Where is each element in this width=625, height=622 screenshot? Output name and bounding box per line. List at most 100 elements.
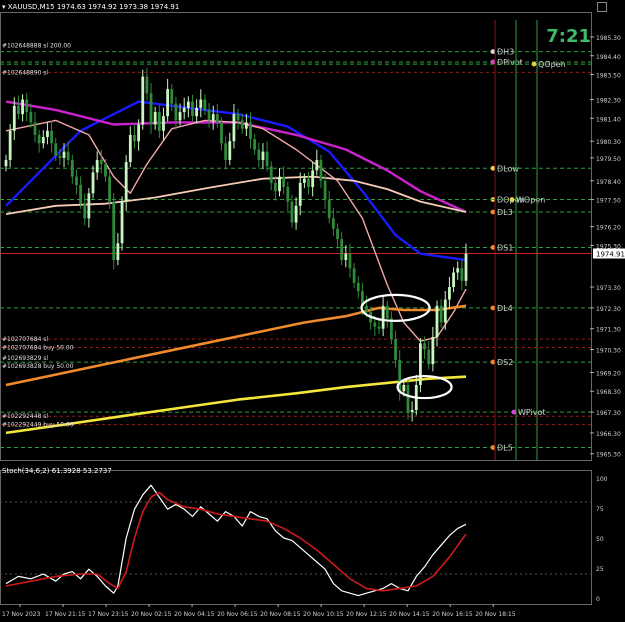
time-tick-label: 17 Nov 23:15 bbox=[88, 611, 129, 618]
level-label: DS2 bbox=[497, 358, 513, 367]
order-label: #102648888 sl 200.00 bbox=[2, 42, 71, 49]
candle-body bbox=[58, 155, 62, 158]
candle-body bbox=[435, 305, 439, 338]
candle-body bbox=[456, 268, 460, 273]
level-label: DPivot bbox=[497, 58, 523, 67]
stochastic-subwindow: 100 75 50 25 0 bbox=[0, 476, 608, 603]
candle-body bbox=[294, 205, 298, 223]
price-tick-label: 1972.30 bbox=[596, 306, 621, 313]
window-maximize-button[interactable] bbox=[597, 2, 607, 12]
candle-timer: 7:21 bbox=[546, 26, 591, 47]
price-tick-label: 1985.30 bbox=[596, 35, 621, 42]
stoch-tick-label: 100 bbox=[596, 476, 608, 483]
candle-body bbox=[398, 359, 402, 392]
candle-body bbox=[8, 130, 12, 160]
stoch-frame bbox=[0, 470, 592, 605]
candle-body bbox=[340, 239, 344, 260]
candle-body bbox=[298, 182, 302, 206]
stoch-tick-label: 75 bbox=[596, 506, 604, 513]
candles bbox=[4, 68, 468, 422]
candle-body bbox=[290, 201, 294, 223]
candle-body bbox=[33, 122, 37, 135]
candle-body bbox=[174, 103, 178, 121]
price-tick-label: 1965.30 bbox=[596, 452, 621, 459]
candle-body bbox=[448, 287, 451, 300]
candle-body bbox=[21, 99, 24, 115]
order-label: #102292448 sl bbox=[2, 413, 48, 420]
candle-body bbox=[54, 143, 58, 156]
price-tick-label: 1971.30 bbox=[596, 327, 621, 334]
symbol-header: ▾ XAUUSD,M15 1974.63 1974.92 1973.38 197… bbox=[2, 3, 179, 11]
candle-body bbox=[191, 101, 194, 117]
order-labels: #102648888 sl 200.00 #102648890 sl #102707… bbox=[2, 42, 74, 428]
candle-body bbox=[29, 112, 33, 123]
candle-body bbox=[124, 162, 128, 202]
time-tick-label: 17 Nov 2023 bbox=[2, 611, 41, 618]
symbol-title: XAUUSD,M15 bbox=[7, 3, 55, 11]
candle-body bbox=[381, 305, 385, 329]
candle-body bbox=[253, 139, 257, 150]
price-tick-label: 1978.40 bbox=[596, 179, 621, 186]
price-tick-label: 1979.50 bbox=[596, 156, 621, 163]
candle-body bbox=[315, 159, 319, 171]
moving-averages bbox=[5, 100, 467, 435]
price-tick-label: 1976.20 bbox=[596, 225, 621, 232]
price-tick-label: 1984.40 bbox=[596, 54, 621, 61]
level-label: DL5 bbox=[497, 443, 513, 452]
candle-body bbox=[439, 305, 443, 323]
candle-body bbox=[141, 76, 145, 125]
candle-body bbox=[79, 184, 82, 204]
candle-body bbox=[348, 253, 352, 269]
candle-body bbox=[224, 143, 228, 160]
order-label: #102648890 sl bbox=[2, 69, 48, 76]
level-label: DH3 bbox=[497, 48, 514, 57]
level-label: DL4 bbox=[497, 304, 513, 313]
price-tick-label: 1983.50 bbox=[596, 73, 621, 80]
price-tick-label: 1967.30 bbox=[596, 410, 621, 417]
ma_orange-line bbox=[5, 304, 467, 387]
candle-body bbox=[443, 299, 447, 323]
candle-body bbox=[50, 130, 53, 144]
level-label: DS1 bbox=[497, 243, 513, 252]
ma_blue-line bbox=[5, 100, 467, 262]
candle-body bbox=[182, 107, 186, 113]
time-tick-label: 20 Nov 08:15 bbox=[260, 611, 301, 618]
dropdown-icon[interactable]: ▾ bbox=[2, 3, 6, 11]
candle-body bbox=[352, 268, 356, 283]
candle-body bbox=[373, 322, 377, 327]
ma_peach-line bbox=[5, 175, 467, 215]
candle-body bbox=[257, 149, 261, 160]
candle-body bbox=[427, 349, 431, 365]
trading-chart[interactable]: DH3DPivotQOpenDLowDOpenWOpenDL3DS1DL4DS2… bbox=[0, 0, 625, 622]
price-tick-label: 1981.40 bbox=[596, 116, 621, 123]
candle-body bbox=[273, 182, 277, 192]
candle-body bbox=[199, 99, 203, 108]
candle-body bbox=[12, 105, 16, 131]
candle-body bbox=[166, 89, 170, 117]
stoch-tick-label: 25 bbox=[596, 566, 604, 573]
level-label: WPivot bbox=[518, 408, 546, 417]
time-tick-label: 20 Nov 04:15 bbox=[174, 611, 215, 618]
candle-body bbox=[419, 343, 422, 385]
candle-body bbox=[331, 218, 335, 229]
order-label: #102292449 buy 50.00 bbox=[2, 422, 74, 429]
level-dot bbox=[531, 61, 537, 67]
candle-body bbox=[70, 159, 74, 177]
candle-body bbox=[311, 170, 315, 188]
price-chart[interactable]: DH3DPivotQOpenDLowDOpenWOpenDL3DS1DL4DS2… bbox=[0, 0, 625, 622]
time-tick-label: 20 Nov 18:15 bbox=[475, 611, 516, 618]
candle-body bbox=[323, 180, 327, 200]
candle-body bbox=[244, 122, 248, 129]
price-tick-label: 1968.30 bbox=[596, 389, 621, 396]
candle-body bbox=[41, 137, 45, 144]
candle-body bbox=[410, 409, 414, 413]
candle-body bbox=[157, 112, 161, 131]
price-tick-label: 1969.20 bbox=[596, 370, 621, 377]
candle-body bbox=[17, 105, 20, 115]
candle-body bbox=[302, 178, 306, 183]
time-tick-label: 20 Nov 14:15 bbox=[389, 611, 430, 618]
time-tick-label: 20 Nov 10:15 bbox=[303, 611, 344, 618]
candle-body bbox=[120, 201, 124, 244]
price-axis: 1985.30 1984.40 1983.50 1982.30 1981.40 1980.… bbox=[590, 35, 625, 459]
stoch-tick-label: 0 bbox=[596, 596, 600, 603]
